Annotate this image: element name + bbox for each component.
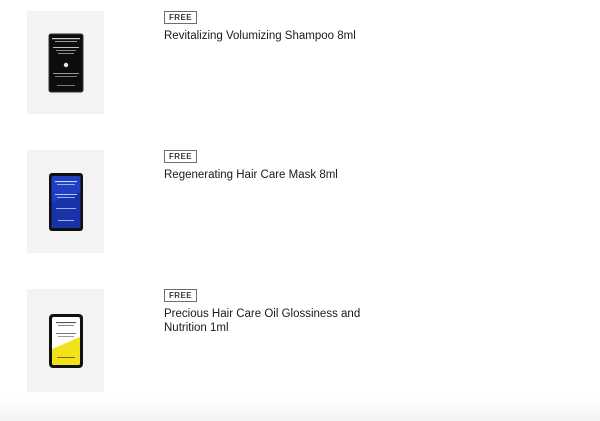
product-name[interactable]: Precious Hair Care Oil Glossiness and Nu…: [164, 307, 364, 335]
product-image[interactable]: [27, 289, 104, 392]
product-image[interactable]: [27, 150, 104, 253]
product-name[interactable]: Regenerating Hair Care Mask 8ml: [164, 168, 384, 182]
gift-item: FREE Regenerating Hair Care Mask 8ml: [0, 150, 600, 254]
gift-item: FREE Precious Hair Care Oil Glossiness a…: [0, 289, 600, 393]
product-name[interactable]: Revitalizing Volumizing Shampoo 8ml: [164, 29, 384, 43]
free-badge: FREE: [164, 150, 197, 163]
free-badge: FREE: [164, 289, 197, 302]
free-badge: FREE: [164, 11, 197, 24]
hair-mask-sachet-icon: [48, 172, 83, 231]
bottom-divider: [0, 395, 600, 421]
hair-oil-sachet-icon: [48, 313, 83, 368]
product-image[interactable]: [27, 11, 104, 114]
shampoo-sachet-icon: [48, 33, 83, 92]
gift-item: FREE Revitalizing Volumizing Shampoo 8ml: [0, 11, 600, 115]
